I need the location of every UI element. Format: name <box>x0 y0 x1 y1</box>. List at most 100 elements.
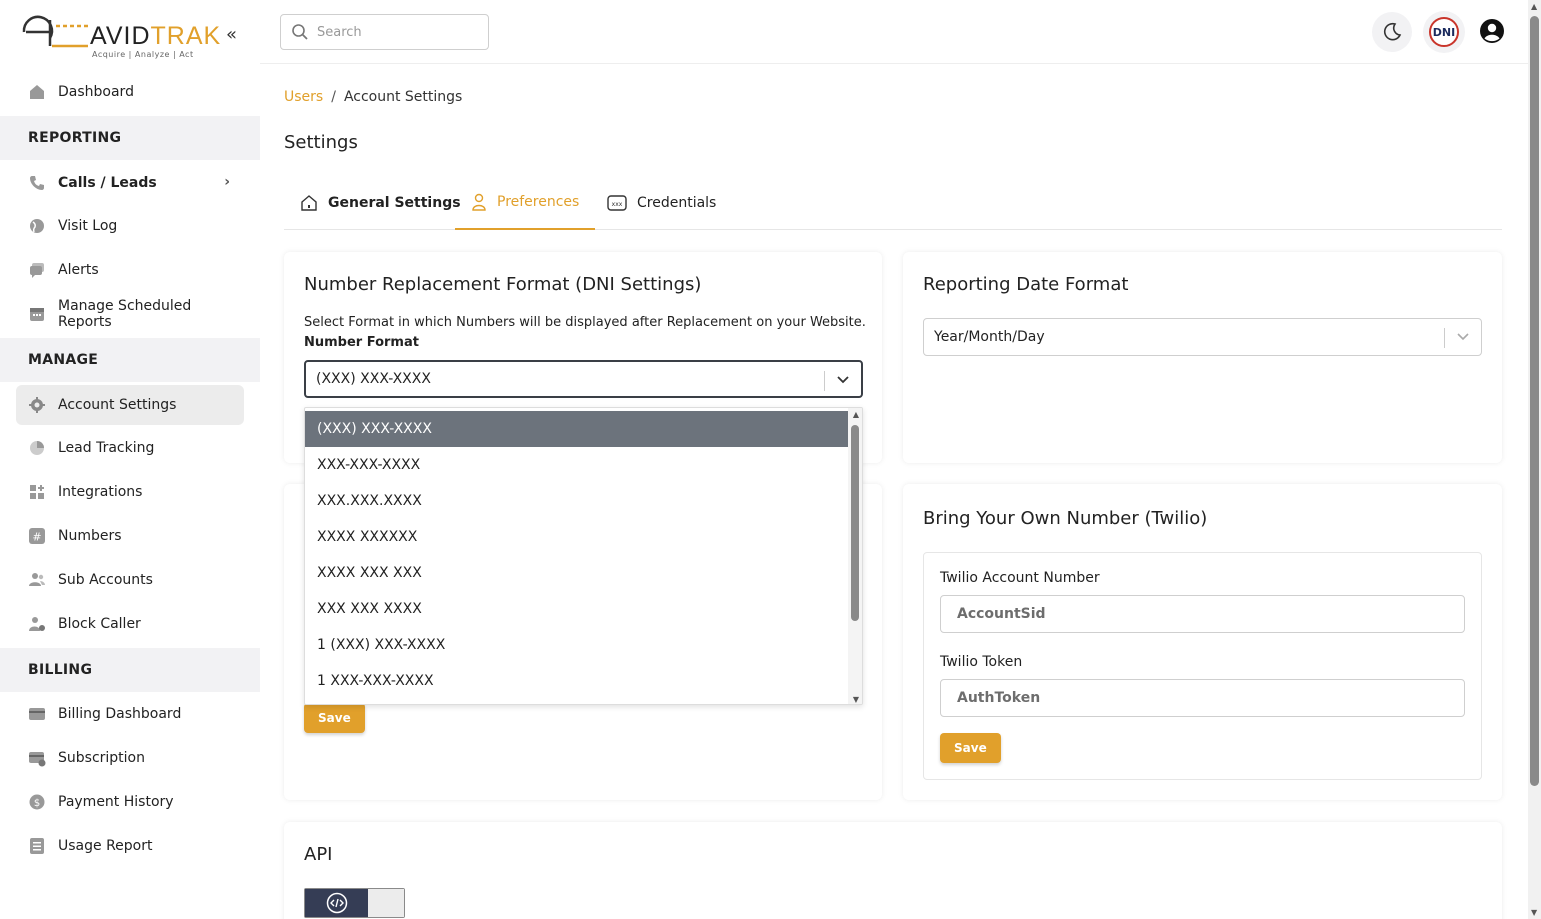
dropdown-option[interactable]: (XXX) XXX-XXXX <box>305 411 849 447</box>
tab-label: Preferences <box>497 194 580 210</box>
sidebar-item-lead-tracking[interactable]: Lead Tracking <box>16 428 244 468</box>
sidebar-item-account-settings[interactable]: Account Settings <box>16 385 244 425</box>
sidebar-item-label: Dashboard <box>58 84 134 100</box>
breadcrumb: Users / Account Settings <box>284 89 462 105</box>
collapse-sidebar-icon[interactable]: « <box>226 24 237 45</box>
list-icon <box>28 837 46 855</box>
sidebar-item-label: Subscription <box>58 750 145 766</box>
sidebar-item-integrations[interactable]: Integrations <box>16 472 244 512</box>
sidebar-item-label: Usage Report <box>58 838 153 854</box>
scroll-down-icon[interactable]: ▼ <box>1531 908 1537 917</box>
hash-icon: # <box>28 527 46 545</box>
settings-tabs: General Settings Preferences xxx Credent… <box>284 176 1502 230</box>
number-format-label: Number Format <box>304 335 419 350</box>
breadcrumb-current: Account Settings <box>343 89 463 105</box>
search-box[interactable] <box>280 14 489 50</box>
date-format-select[interactable]: Year/Month/Day <box>923 318 1482 356</box>
dni-card-title: Number Replacement Format (DNI Settings) <box>304 274 702 295</box>
tab-label: Credentials <box>637 195 717 211</box>
scroll-down-icon[interactable]: ▼ <box>853 695 859 704</box>
page-scrollbar[interactable]: ▲ ▼ <box>1528 0 1541 919</box>
brand-name: AVIDTRAK <box>90 22 222 50</box>
dropdown-option[interactable]: XXX XXX XXXX <box>305 591 849 627</box>
sidebar-item-dashboard[interactable]: Dashboard <box>16 72 244 112</box>
chevron-down-icon <box>835 370 851 392</box>
api-card: API <box>284 822 1502 919</box>
sidebar-item-label: Alerts <box>58 262 99 278</box>
logo-mark-icon <box>22 15 88 48</box>
sidebar-item-payment-history[interactable]: $ Payment History <box>16 782 244 822</box>
sidebar-item-label: Manage Scheduled Reports <box>58 298 192 330</box>
phone-icon <box>28 174 46 192</box>
scroll-up-icon[interactable]: ▲ <box>1531 2 1537 11</box>
twilio-account-input[interactable] <box>940 595 1465 633</box>
sidebar-item-billing-dashboard[interactable]: Billing Dashboard <box>16 694 244 734</box>
dropdown-option[interactable]: XXX-XXX-XXXX <box>305 447 849 483</box>
section-reporting: REPORTING <box>0 116 260 160</box>
sidebar-item-label: Billing Dashboard <box>58 706 182 722</box>
sidebar-item-label: Lead Tracking <box>58 440 155 456</box>
page-title: Settings <box>284 132 358 153</box>
sidebar-item-calls-leads[interactable]: Calls / Leads › <box>16 163 244 203</box>
save-button[interactable]: Save <box>304 703 365 733</box>
breadcrumb-separator: / <box>331 89 336 105</box>
api-toggle[interactable] <box>304 888 405 918</box>
date-format-card: Reporting Date Format Year/Month/Day <box>903 252 1502 463</box>
home-outline-icon <box>300 194 318 212</box>
avidtrak-logo[interactable]: AVIDTRAK Acquire | Analyze | Act <box>20 12 220 62</box>
dropdown-option[interactable]: XXXX XXXXXX <box>305 519 849 555</box>
user-block-icon <box>28 615 46 633</box>
select-divider <box>1444 328 1445 348</box>
card-icon <box>28 705 46 723</box>
twilio-form: Twilio Account Number Twilio Token Save <box>923 552 1482 780</box>
tab-preferences[interactable]: Preferences <box>455 176 596 230</box>
sidebar-item-label: Numbers <box>58 528 122 544</box>
user-avatar[interactable] <box>1479 18 1505 48</box>
sidebar-item-usage-report[interactable]: Usage Report <box>16 826 244 866</box>
twilio-save-button[interactable]: Save <box>940 733 1001 763</box>
chevron-down-icon <box>1455 327 1471 349</box>
dni-description: Select Format in which Numbers will be d… <box>304 315 866 330</box>
search-icon <box>292 24 308 40</box>
dni-badge: DNI <box>1429 17 1459 47</box>
sidebar-item-label: Visit Log <box>58 218 118 234</box>
dropdown-option[interactable]: XXX.XXX.XXXX <box>305 483 849 519</box>
card-refresh-icon <box>28 749 46 767</box>
tab-credentials[interactable]: xxx Credentials <box>607 176 716 230</box>
dropdown-scroll-thumb[interactable] <box>851 425 859 621</box>
globe-icon <box>28 217 46 235</box>
sidebar-item-label: Sub Accounts <box>58 572 153 588</box>
date-card-title: Reporting Date Format <box>923 274 1129 295</box>
moon-icon <box>1384 22 1402 41</box>
dark-mode-toggle[interactable] <box>1372 12 1412 52</box>
tab-general-settings[interactable]: General Settings <box>300 176 461 230</box>
dni-button[interactable]: DNI <box>1423 11 1465 53</box>
number-format-select[interactable]: (XXX) XXX-XXXX <box>304 360 863 398</box>
sidebar-item-subscription[interactable]: Subscription <box>16 738 244 778</box>
dropdown-option[interactable]: XXXX XXX XXX <box>305 555 849 591</box>
calendar-icon <box>28 305 46 323</box>
scroll-up-icon[interactable]: ▲ <box>853 410 859 419</box>
search-input[interactable] <box>317 24 477 40</box>
svg-text:#: # <box>32 531 41 544</box>
twilio-card: Bring Your Own Number (Twilio) Twilio Ac… <box>903 484 1502 800</box>
dropdown-scrollbar[interactable]: ▲ ▼ <box>848 408 862 704</box>
breadcrumb-users-link[interactable]: Users <box>284 89 323 105</box>
sidebar-item-alerts[interactable]: Alerts <box>16 250 244 290</box>
dropdown-option[interactable]: 1 (XXX) XXX-XXXX <box>305 627 849 663</box>
page-scroll-thumb[interactable] <box>1530 16 1539 786</box>
twilio-token-label: Twilio Token <box>940 654 1023 670</box>
sidebar-item-visit-log[interactable]: Visit Log <box>16 206 244 246</box>
chat-icon <box>28 261 46 279</box>
sidebar-item-numbers[interactable]: # Numbers <box>16 516 244 556</box>
twilio-account-label: Twilio Account Number <box>940 570 1100 586</box>
number-format-dropdown: (XXX) XXX-XXXX XXX-XXX-XXXX XXX.XXX.XXXX… <box>304 407 863 705</box>
user-outline-icon <box>471 193 487 211</box>
section-manage: MANAGE <box>0 338 260 382</box>
sidebar-item-block-caller[interactable]: Block Caller <box>16 604 244 644</box>
grid-plus-icon <box>28 483 46 501</box>
dropdown-option[interactable]: 1 XXX-XXX-XXXX <box>305 663 849 699</box>
sidebar-item-sub-accounts[interactable]: Sub Accounts <box>16 560 244 600</box>
twilio-token-input[interactable] <box>940 679 1465 717</box>
sidebar-item-scheduled-reports[interactable]: Manage Scheduled Reports <box>16 294 244 334</box>
